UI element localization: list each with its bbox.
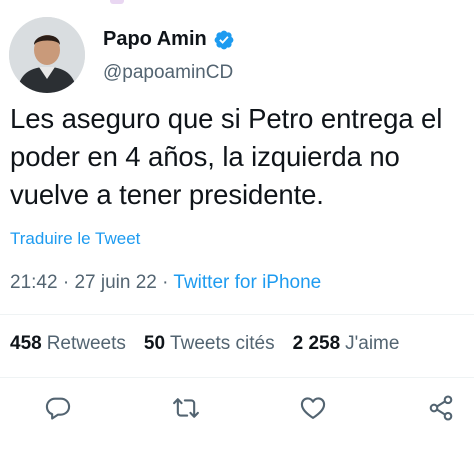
tweet-text: Les aseguro que si Petro entrega el pode… bbox=[10, 103, 443, 210]
top-decoration bbox=[110, 0, 124, 4]
divider bbox=[0, 377, 474, 378]
reply-button[interactable] bbox=[42, 392, 74, 424]
tweet-date[interactable]: 27 juin 22 bbox=[74, 272, 156, 293]
tweet-source-link[interactable]: Twitter for iPhone bbox=[173, 272, 321, 293]
likes-stat[interactable]: 2 258 J'aime bbox=[293, 333, 400, 355]
avatar[interactable] bbox=[9, 17, 85, 93]
retweets-stat[interactable]: 458 Retweets bbox=[10, 333, 126, 355]
tweet-stats: 458 Retweets 50 Tweets cités 2 258 J'aime bbox=[10, 333, 417, 355]
retweet-icon bbox=[173, 398, 199, 418]
heart-icon bbox=[300, 397, 326, 419]
tweet-meta: 21:42 · 27 juin 22 · Twitter for iPhone bbox=[10, 272, 321, 294]
translate-link[interactable]: Traduire le Tweet bbox=[10, 229, 140, 249]
verified-badge-icon bbox=[213, 29, 235, 51]
meta-separator: · bbox=[162, 272, 174, 293]
author-display-name[interactable]: Papo Amin bbox=[103, 28, 207, 51]
reply-icon bbox=[45, 397, 71, 420]
likes-label: J'aime bbox=[345, 333, 400, 354]
tweet-time[interactable]: 21:42 bbox=[10, 272, 58, 293]
action-bar bbox=[0, 392, 474, 432]
retweets-count: 458 bbox=[10, 333, 42, 354]
quotes-count: 50 bbox=[143, 333, 166, 354]
retweet-button[interactable] bbox=[170, 392, 202, 424]
author-handle[interactable]: @papoaminCD bbox=[103, 62, 233, 84]
meta-separator: · bbox=[62, 272, 75, 293]
quotes-label: Tweets cités bbox=[170, 333, 275, 354]
share-button[interactable] bbox=[425, 392, 457, 424]
avatar-image bbox=[9, 17, 85, 93]
retweets-label: Retweets bbox=[46, 333, 126, 354]
share-icon bbox=[429, 395, 453, 421]
like-button[interactable] bbox=[297, 392, 329, 424]
likes-count: 2 258 bbox=[292, 333, 341, 354]
author-name-row[interactable]: Papo Amin bbox=[103, 28, 235, 51]
quotes-stat[interactable]: 50 Tweets cités bbox=[144, 333, 275, 355]
divider bbox=[0, 314, 474, 315]
